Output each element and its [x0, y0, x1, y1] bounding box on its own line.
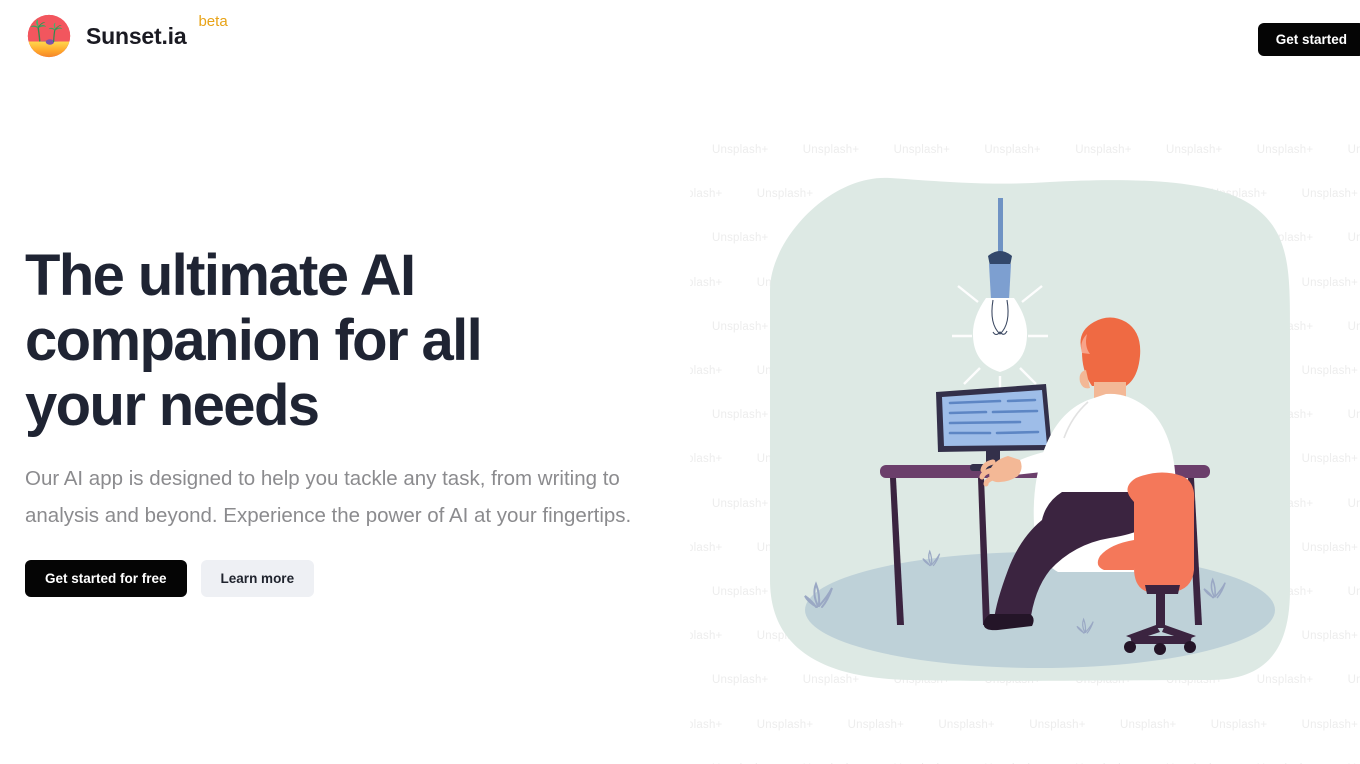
hero-title: The ultimate AI companion for all your n…	[25, 243, 483, 438]
hero-actions: Get started for free Learn more	[25, 560, 665, 597]
brand-name: Sunset.ia	[86, 23, 187, 49]
learn-more-button[interactable]: Learn more	[200, 560, 315, 597]
person-working-at-desk-illustration	[770, 177, 1290, 681]
header-get-started-button[interactable]: Get started	[1257, 23, 1360, 56]
hero-subtitle: Our AI app is designed to help you tackl…	[25, 467, 632, 527]
brand-logo-group[interactable]: Sunset.ia beta	[26, 13, 228, 59]
hero-illustration: Unsplash+ Unsplash+ Unsplash+ Unsplash+ Unsp…	[690, 120, 1360, 764]
hero-section: The ultimate AI companion for all your n…	[25, 243, 665, 597]
site-header: Sunset.ia beta Get started	[0, 0, 1360, 74]
landing-page: Sunset.ia beta Get started The ultimate …	[0, 0, 1360, 764]
get-started-free-button[interactable]: Get started for free	[25, 560, 187, 597]
beta-badge: beta	[198, 13, 228, 30]
sunset-palm-logo-icon	[27, 14, 71, 58]
